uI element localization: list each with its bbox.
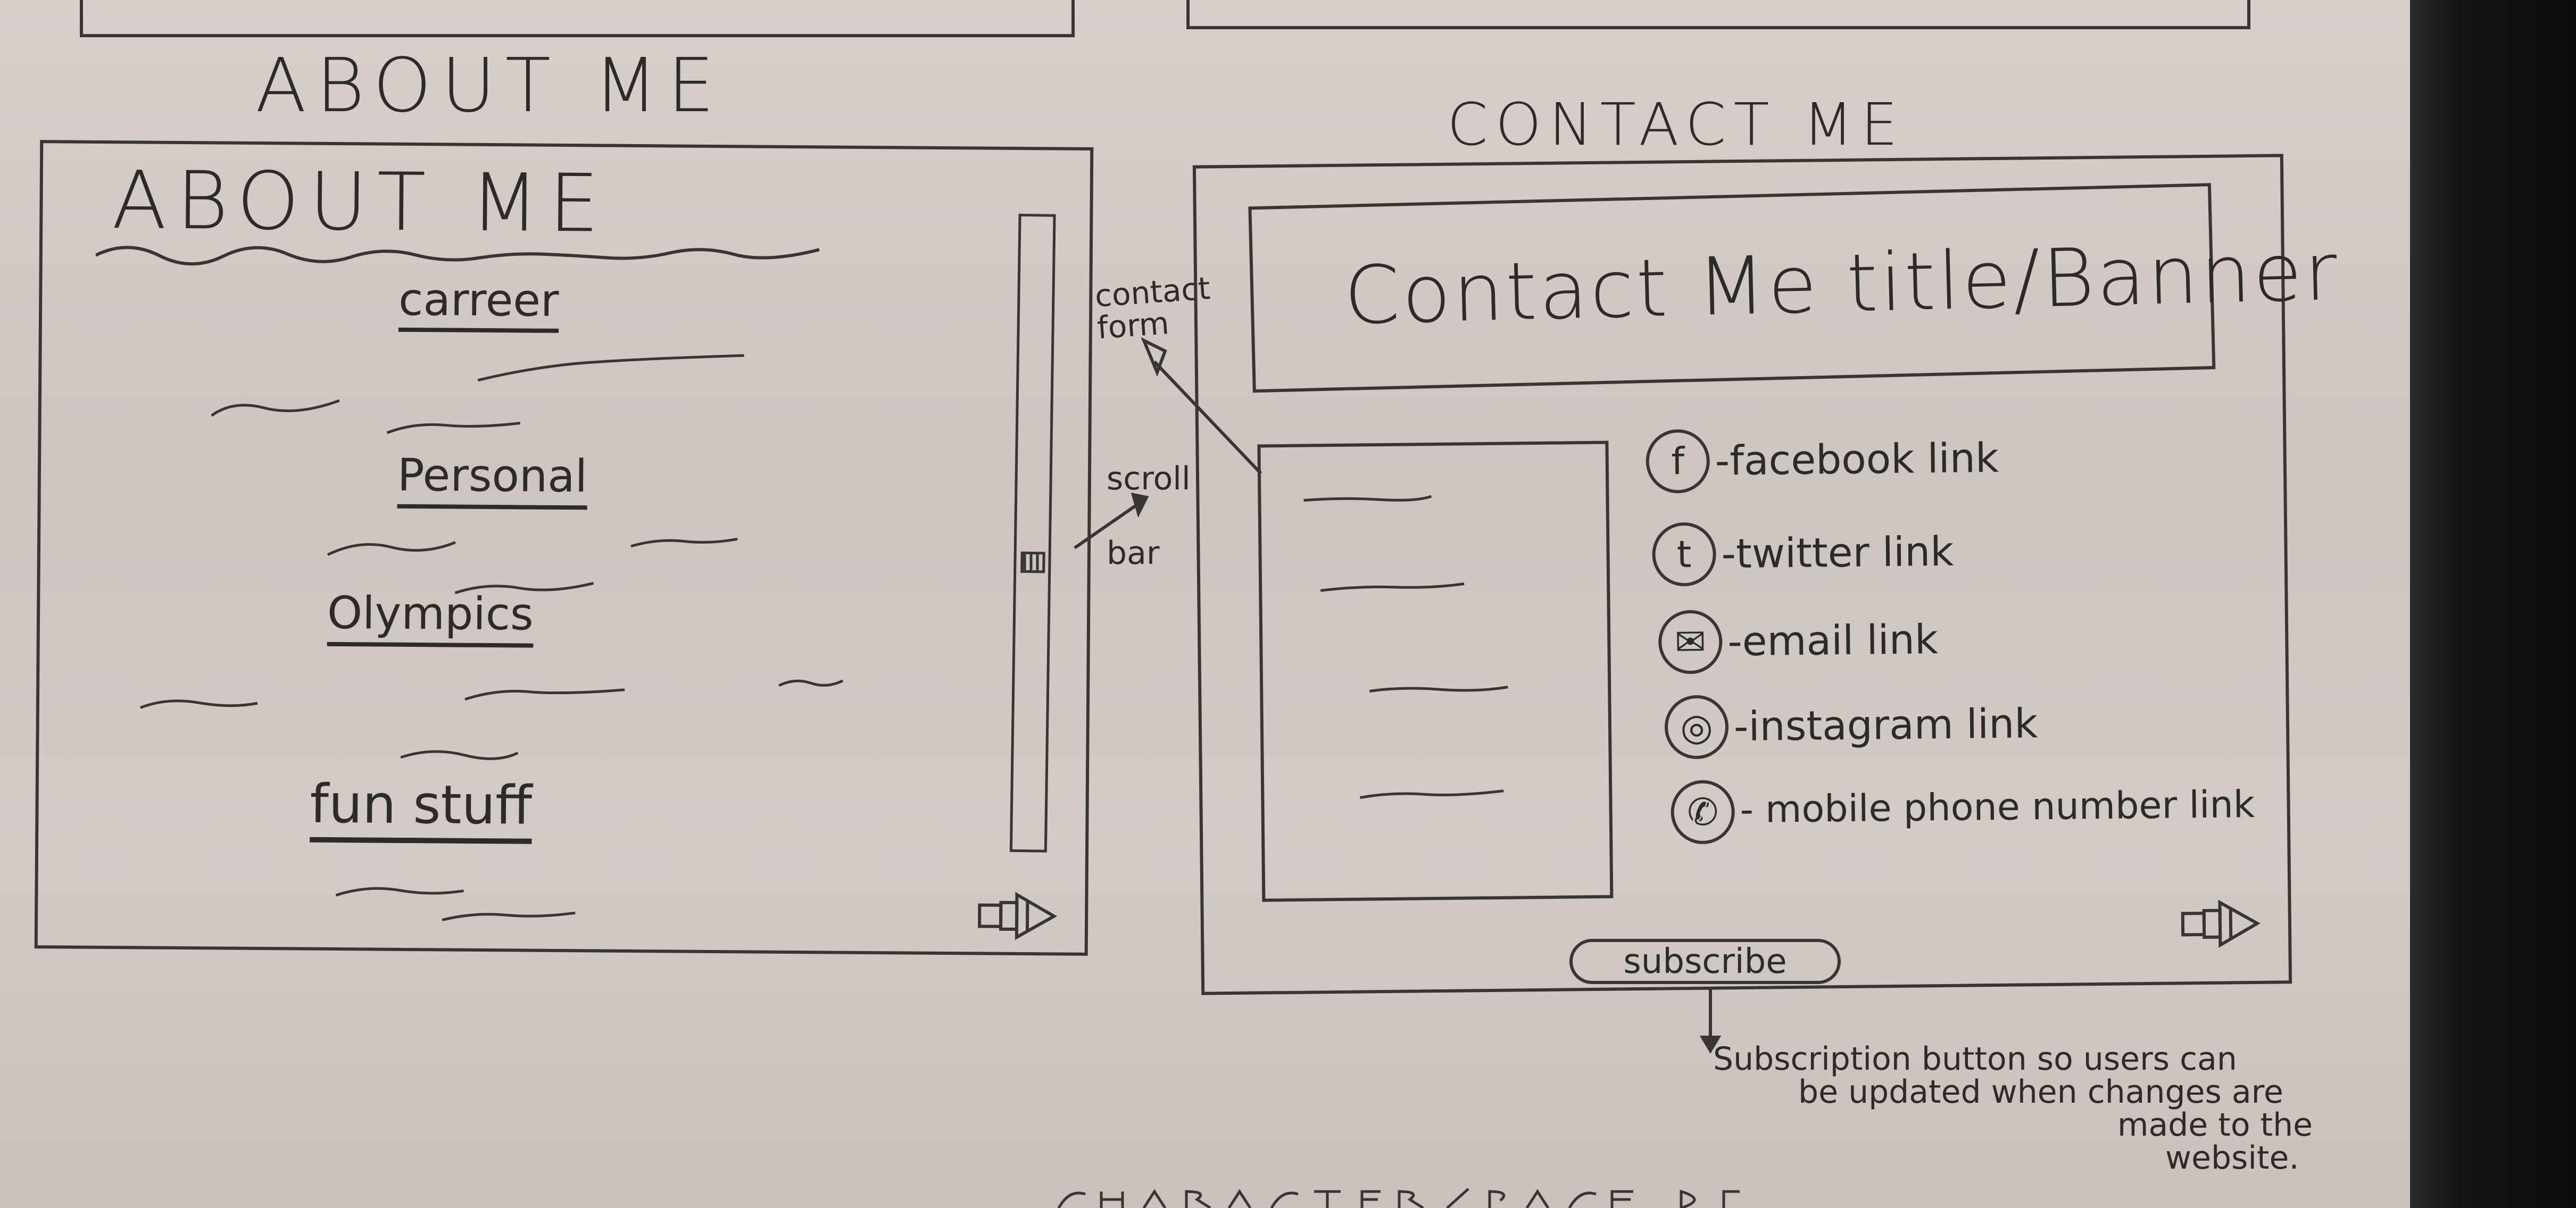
instagram-link[interactable]: -instagram link	[1734, 699, 2038, 750]
facebook-link[interactable]: -facebook link	[1715, 434, 1999, 485]
facebook-icon: f	[1646, 429, 1710, 494]
phone-link[interactable]: - mobile phone number link	[1740, 782, 2255, 831]
social-row-phone[interactable]: ✆ - mobile phone number link	[1671, 774, 2278, 855]
social-row-facebook[interactable]: f -facebook link	[1646, 423, 2274, 504]
social-row-twitter[interactable]: t -twitter link	[1651, 516, 2275, 597]
social-row-instagram[interactable]: ◎ -instagram link	[1664, 689, 2276, 770]
cutoff-text-fragment	[1057, 1188, 1740, 1208]
twitter-icon: t	[1651, 522, 1717, 587]
email-link[interactable]: -email link	[1727, 615, 1939, 665]
instagram-icon: ◎	[1664, 695, 1729, 760]
contact-form[interactable]	[1257, 440, 1614, 902]
subscribe-annotation: Subscription button so users can be upda…	[1713, 1043, 2394, 1202]
subscribe-note-line-3: made to the	[2117, 1106, 2313, 1144]
contact-frame: Contact Me title/Banner f -facebook link…	[1192, 154, 2340, 995]
social-row-email[interactable]: ✉ -email link	[1658, 604, 2276, 685]
email-icon: ✉	[1658, 610, 1723, 674]
contact-banner: Contact Me title/Banner	[1248, 183, 2340, 393]
contact-banner-text: Contact Me title/Banner	[1343, 226, 2340, 343]
social-link-list: f -facebook link t -twitter link ✉ -emai…	[1646, 423, 2278, 909]
twitter-link[interactable]: -twitter link	[1721, 528, 1954, 578]
subscribe-note-line-2: be updated when changes are	[1798, 1073, 2283, 1111]
contact-caption: CONTACT ME	[1447, 90, 1906, 159]
subscribe-note-line-1: Subscription button so users can	[1713, 1040, 2237, 1078]
phone-icon: ✆	[1671, 780, 1735, 845]
form-field-lines	[1303, 495, 1508, 799]
subscribe-button[interactable]: subscribe	[1569, 939, 1841, 984]
subscribe-note-line-4: website.	[2165, 1139, 2299, 1177]
next-arrow-icon[interactable]	[2177, 892, 2268, 956]
